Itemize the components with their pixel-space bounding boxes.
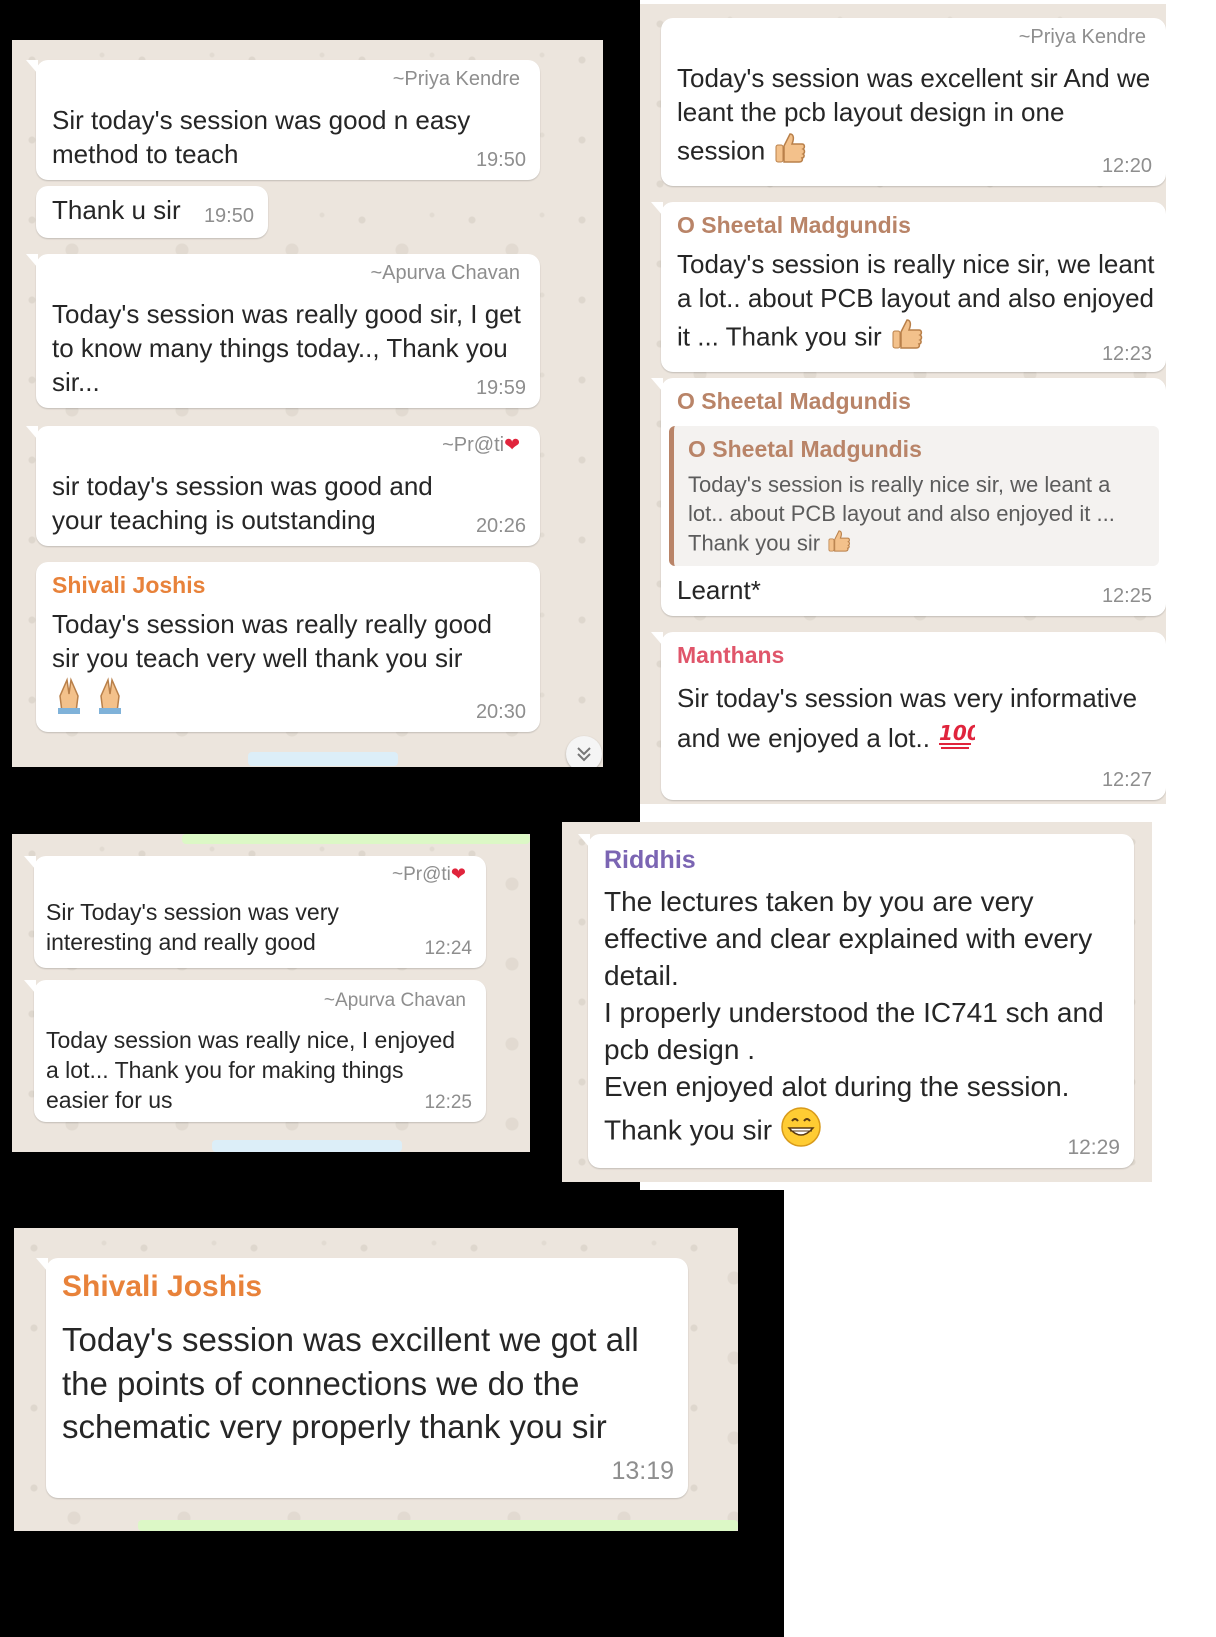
message-text: Today's session is really nice sir, we l… bbox=[677, 248, 1159, 360]
message-text: Today's session was really good sir, I g… bbox=[52, 299, 521, 397]
sender-name-row: ~Pr@ti❤ bbox=[392, 864, 466, 886]
hundred-points-icon: 100 bbox=[937, 720, 981, 761]
message-bubble: O Sheetal Madgundis Today's session is r… bbox=[651, 202, 1166, 372]
partial-bubble-strip bbox=[248, 752, 398, 766]
message-text: Thank u sir bbox=[52, 195, 181, 225]
svg-text:100: 100 bbox=[939, 721, 975, 745]
sender-name: ~Pr@ti bbox=[392, 864, 451, 885]
heart-icon: ❤ bbox=[504, 435, 520, 456]
thumbs-up-icon bbox=[889, 316, 925, 361]
quoted-sender: O Sheetal Madgundis bbox=[688, 436, 922, 462]
message-time: 12:27 bbox=[1101, 769, 1152, 791]
sender-name: ~Apurva Chavan bbox=[323, 990, 466, 1011]
message-time: 12:25 bbox=[1101, 585, 1152, 607]
message-time: 20:26 bbox=[475, 515, 526, 537]
sender-name: ~Apurva Chavan bbox=[370, 262, 520, 284]
message-line: Even enjoyed alot during the session. bbox=[604, 1070, 1070, 1102]
message-text: Learnt* bbox=[677, 575, 761, 605]
sender-name: O Sheetal Madgundis bbox=[677, 388, 911, 414]
message-time: 12:25 bbox=[424, 1092, 472, 1113]
message-text: Today's session was excillent we got all… bbox=[62, 1321, 639, 1446]
message-line: I properly understood the IC741 sch and … bbox=[604, 996, 1104, 1065]
message-bubble: ~Pr@ti❤ Sir Today's session was very int… bbox=[24, 856, 486, 968]
chat-panel-4: Riddhis The lectures taken by you are ve… bbox=[562, 822, 1152, 1182]
message-text: sir today's session was good and your te… bbox=[52, 471, 433, 535]
message-time: 12:29 bbox=[1067, 1136, 1120, 1159]
partial-bubble-strip bbox=[212, 1140, 402, 1152]
message-text: Sir today's session was very informative… bbox=[677, 678, 1147, 761]
quoted-text-content: Today's session is really nice sir, we l… bbox=[688, 472, 1115, 556]
chat-panel-1: ~Priya Kendre Sir today's session was go… bbox=[12, 40, 603, 767]
message-text: Today's session was excellent sir And we… bbox=[677, 62, 1157, 174]
partial-bubble-strip bbox=[138, 1520, 738, 1531]
message-bubble: Manthans Sir today's session was very in… bbox=[651, 632, 1166, 800]
message-bubble: Shivali Joshis Today's session was excil… bbox=[36, 1258, 688, 1498]
message-text: Sir today's session was good n easy meth… bbox=[52, 105, 471, 169]
message-time: 19:59 bbox=[475, 377, 526, 399]
message-text: Sir Today's session was very interesting… bbox=[46, 899, 339, 955]
partial-bubble-strip bbox=[182, 834, 530, 844]
chat-panel-3: ~Pr@ti❤ Sir Today's session was very int… bbox=[12, 834, 530, 1152]
message-bubble: Shivali Joshis Today's session was reall… bbox=[36, 562, 540, 732]
message-line: The lectures taken by you are very effec… bbox=[604, 886, 1093, 991]
sender-name: ~Priya Kendre bbox=[1018, 26, 1146, 48]
sender-name: O Sheetal Madgundis bbox=[677, 212, 911, 238]
message-time: 19:50 bbox=[203, 205, 254, 227]
message-line: Thank you sir bbox=[604, 1114, 773, 1146]
message-time: 19:50 bbox=[475, 149, 526, 171]
sender-name: Shivali Joshis bbox=[62, 1270, 263, 1303]
sender-name: Riddhis bbox=[604, 846, 696, 874]
message-bubble: Thank u sir 19:50 bbox=[36, 186, 268, 238]
sender-name: Shivali Joshis bbox=[52, 572, 206, 598]
sender-name: ~Pr@ti bbox=[442, 434, 505, 456]
message-bubble: ~Priya Kendre Sir today's session was go… bbox=[26, 60, 540, 180]
sender-name: ~Priya Kendre bbox=[392, 68, 520, 90]
message-bubble: O Sheetal Madgundis O Sheetal Madgundis … bbox=[651, 378, 1166, 616]
folded-hands-icon bbox=[52, 676, 86, 723]
message-line-with-emoji: Thank you sir bbox=[604, 1106, 1124, 1158]
message-bubble: Riddhis The lectures taken by you are ve… bbox=[578, 834, 1134, 1168]
message-text: Today's session was really really good s… bbox=[52, 608, 492, 722]
folded-hands-icon bbox=[93, 676, 127, 723]
grinning-face-icon bbox=[780, 1106, 822, 1158]
quoted-reply[interactable]: O Sheetal Madgundis Today's session is r… bbox=[669, 426, 1159, 566]
quoted-text: Today's session is really nice sir, we l… bbox=[688, 470, 1148, 561]
thumbs-up-icon bbox=[826, 528, 852, 561]
message-text-content: Sir today's session was very informative… bbox=[677, 683, 1138, 754]
message-text: Today session was really nice, I enjoyed… bbox=[46, 1027, 456, 1113]
chat-panel-5: Shivali Joshis Today's session was excil… bbox=[14, 1228, 738, 1531]
chat-panel-2: ~Priya Kendre Today's session was excell… bbox=[640, 4, 1166, 804]
scroll-down-icon[interactable] bbox=[566, 736, 602, 767]
sender-name-row: ~Pr@ti❤ bbox=[442, 434, 520, 457]
message-text-content: Today's session was excellent sir And we… bbox=[677, 63, 1151, 165]
message-time: 12:23 bbox=[1101, 343, 1152, 365]
message-time: 20:30 bbox=[475, 701, 526, 723]
message-time: 13:19 bbox=[611, 1457, 674, 1485]
thumbs-up-icon bbox=[772, 130, 808, 175]
message-bubble: ~Pr@ti❤ sir today's session was good and… bbox=[26, 426, 540, 546]
message-bubble: ~Apurva Chavan Today session was really … bbox=[24, 980, 486, 1122]
message-bubble: ~Priya Kendre Today's session was excell… bbox=[661, 18, 1166, 186]
message-bubble: ~Apurva Chavan Today's session was reall… bbox=[26, 254, 540, 408]
message-time: 12:24 bbox=[424, 938, 472, 959]
heart-icon: ❤ bbox=[450, 864, 466, 884]
sender-name: Manthans bbox=[677, 642, 785, 668]
message-text: The lectures taken by you are very effec… bbox=[604, 884, 1124, 1158]
message-time: 12:20 bbox=[1101, 155, 1152, 177]
message-text-content: Today's session was really really good s… bbox=[52, 609, 492, 673]
